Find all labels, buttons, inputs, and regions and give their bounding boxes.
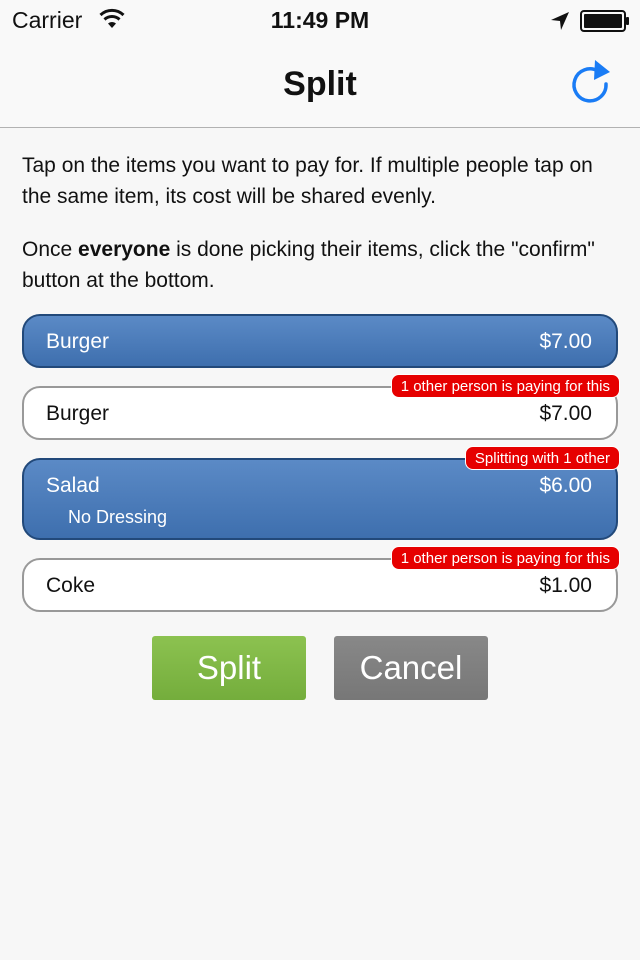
item-price: $7.00 [539, 330, 592, 353]
item-price: $7.00 [539, 402, 592, 425]
everyone-emphasis: everyone [78, 238, 171, 261]
location-arrow-icon [551, 12, 569, 30]
page-title: Split [283, 65, 357, 103]
refresh-button[interactable] [566, 56, 616, 108]
split-button[interactable]: Split [152, 636, 306, 700]
instructions: Tap on the items you want to pay for. If… [22, 150, 622, 296]
status-badge: 1 other person is paying for this [390, 546, 620, 570]
status-time: 11:49 PM [270, 7, 370, 33]
status-bar: Carrier 11:49 PM [0, 0, 640, 40]
instructions-paragraph-1: Tap on the items you want to pay for. If… [22, 154, 593, 208]
instructions-paragraph-2: Once everyone is done picking their item… [22, 238, 595, 292]
split-screen: Carrier 11:49 PM Split Tap on the items … [0, 0, 640, 960]
navigation-bar: Split [0, 40, 640, 128]
refresh-icon [572, 60, 610, 103]
item-name: Salad [46, 474, 100, 497]
item-price: $6.00 [539, 474, 592, 497]
status-badge: Splitting with 1 other [464, 446, 620, 470]
item-burger[interactable]: Burger $7.00 1 other person is paying fo… [22, 374, 620, 440]
status-badge: 1 other person is paying for this [390, 374, 620, 398]
item-name: Coke [46, 574, 96, 597]
battery-icon [580, 10, 629, 32]
item-price: $1.00 [539, 574, 592, 597]
item-coke[interactable]: Coke $1.00 1 other person is paying for … [22, 546, 620, 612]
item-name: Burger [46, 402, 110, 425]
item-note: No Dressing [68, 507, 168, 527]
item-salad-selected[interactable]: Salad $6.00 No Dressing Splitting with 1… [22, 446, 620, 540]
item-burger-selected[interactable]: Burger $7.00 [22, 314, 618, 368]
item-name: Burger [46, 330, 110, 353]
cancel-button[interactable]: Cancel [334, 636, 488, 700]
